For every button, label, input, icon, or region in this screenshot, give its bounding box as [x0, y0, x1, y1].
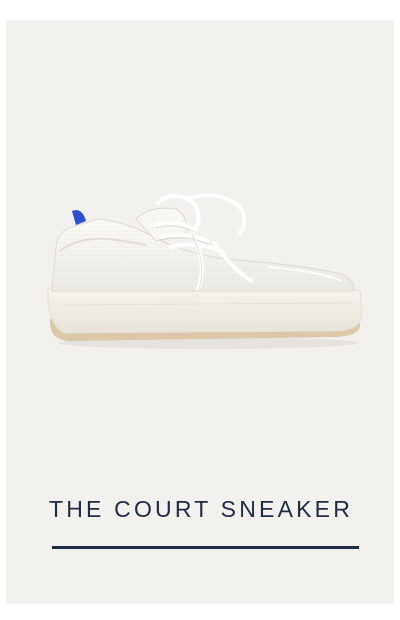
product-card[interactable]: THE COURT SNEAKER	[6, 20, 394, 604]
sole	[47, 284, 363, 334]
product-title[interactable]: THE COURT SNEAKER	[49, 496, 353, 528]
product-title-link[interactable]: THE COURT SNEAKER	[46, 496, 359, 549]
court-sneaker-image[interactable]	[38, 185, 372, 361]
title-underline	[52, 546, 359, 549]
